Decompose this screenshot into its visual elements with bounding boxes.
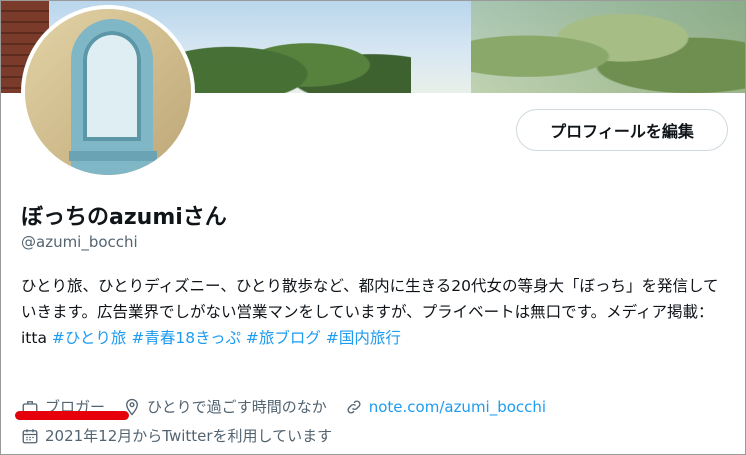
edit-profile-button[interactable]: プロフィールを編集 bbox=[516, 109, 728, 151]
banner-foliage-right bbox=[471, 1, 745, 93]
link-icon bbox=[347, 399, 361, 414]
hashtag-link[interactable]: #旅ブログ bbox=[246, 329, 321, 347]
profile-bio: ひとり旅、ひとりディズニー、ひとり散歩など、都内に生きる20代女の等身大「ぼっち… bbox=[21, 273, 733, 351]
hashtag-link[interactable]: #ひとり旅 bbox=[52, 329, 127, 347]
avatar-sill bbox=[69, 151, 157, 161]
profile-location: ひとりで過ごす時間のなか bbox=[123, 396, 327, 417]
profile-joined: 2021年12月からTwitterを利用しています bbox=[21, 425, 332, 446]
location-label: ひとりで過ごす時間のなか bbox=[147, 398, 327, 416]
display-name: ぼっちのazumiさん bbox=[21, 205, 227, 230]
joined-date: 2021年12月からTwitterを利用しています bbox=[45, 427, 333, 445]
profile-website[interactable]: note.com/azumi_bocchi bbox=[345, 398, 546, 416]
avatar[interactable] bbox=[21, 5, 195, 179]
hashtag-link[interactable]: #国内旅行 bbox=[326, 329, 401, 347]
avatar-window bbox=[83, 31, 141, 141]
profile-joined-row: 2021年12月からTwitterを利用しています bbox=[21, 425, 350, 446]
website-link[interactable]: note.com/azumi_bocchi bbox=[369, 398, 546, 416]
annotation-underline bbox=[15, 411, 129, 420]
hashtag-link[interactable]: #青春18きっぷ bbox=[131, 329, 241, 347]
profile-screenshot: プロフィールを編集 ぼっちのazumiさん @azumi_bocchi ひとり旅… bbox=[0, 0, 746, 455]
user-handle: @azumi_bocchi bbox=[21, 233, 138, 251]
calendar-icon bbox=[22, 428, 38, 443]
